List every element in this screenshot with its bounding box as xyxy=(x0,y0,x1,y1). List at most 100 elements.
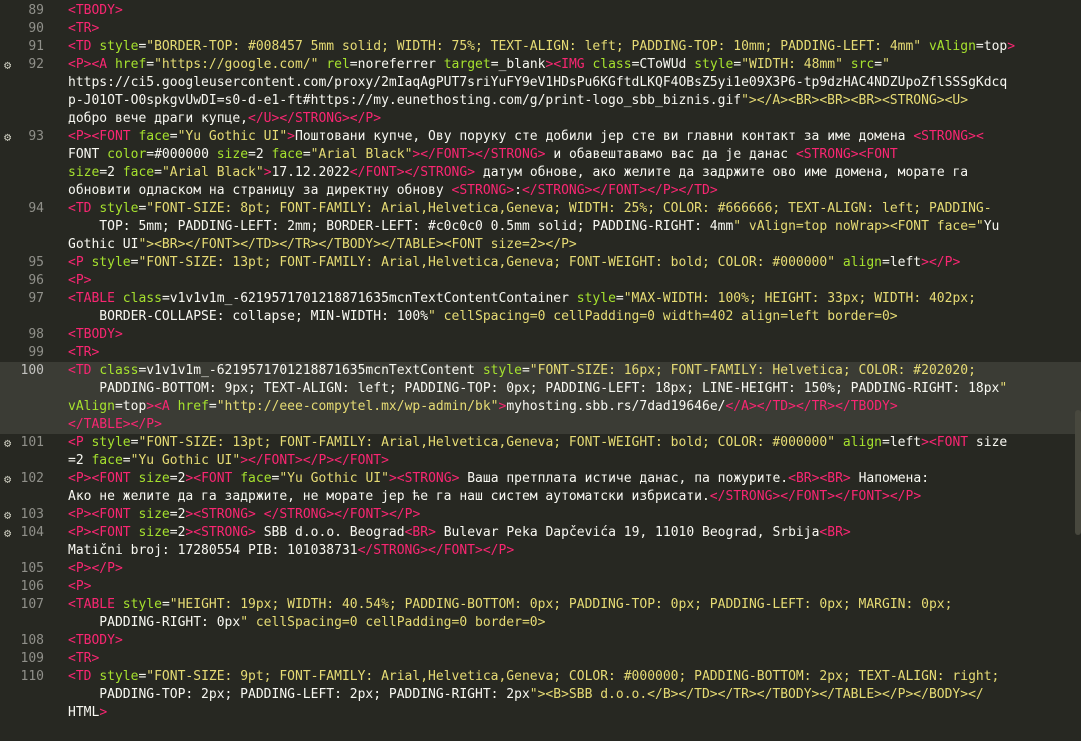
code-line[interactable]: size=2 face="Arial Black">17.12.2022</FO… xyxy=(0,164,1081,182)
code-text: <P><FONT size=2><STRONG> SBB d.o.o. Beog… xyxy=(68,525,851,540)
code-text: <P style="FONT-SIZE: 13pt; FONT-FAMILY: … xyxy=(68,255,961,270)
line-number: 106 xyxy=(20,579,44,594)
code-text: <P><FONT face="Yu Gothic UI">Поштовани к… xyxy=(68,129,984,144)
code-line[interactable]: p-J01OT-O0spkgvUwDI=s0-d-e1-ft#https://m… xyxy=(0,92,1081,110)
code-line[interactable]: 108 <TBODY> xyxy=(0,632,1081,650)
code-line[interactable]: =2 face="Yu Gothic UI"></FONT></P></FONT… xyxy=(0,452,1081,470)
gear-icon[interactable]: ⚙ xyxy=(4,526,18,540)
code-line[interactable]: Gothic UI"><BR></FONT></TD></TR></TBODY>… xyxy=(0,236,1081,254)
code-line[interactable]: 109 <TR> xyxy=(0,650,1081,668)
line-number: 91 xyxy=(28,39,44,54)
gear-icon[interactable]: ⚙ xyxy=(4,58,18,72)
line-number: 94 xyxy=(28,201,44,216)
line-number: 99 xyxy=(28,345,44,360)
code-text: <TBODY> xyxy=(68,633,123,648)
code-text: Gothic UI"><BR></FONT></TD></TR></TBODY>… xyxy=(68,237,577,252)
code-line[interactable]: vAlign=top><A href="http://eee-compytel.… xyxy=(0,398,1081,416)
line-number: 110 xyxy=(20,669,44,684)
code-text: <P><FONT size=2><STRONG> </STRONG></FONT… xyxy=(68,507,421,522)
line-number: 97 xyxy=(28,291,44,306)
code-text: <TR> xyxy=(68,21,100,36)
line-number: 96 xyxy=(28,273,44,288)
code-text: <TR> xyxy=(68,651,100,666)
code-line[interactable]: обновити одласком на страницу за директн… xyxy=(0,182,1081,200)
code-text: =2 face="Yu Gothic UI"></FONT></P></FONT… xyxy=(68,453,389,468)
code-text: vAlign=top><A href="http://eee-compytel.… xyxy=(68,399,898,414)
code-line[interactable]: HTML> xyxy=(0,704,1081,722)
code-text: <TD style="FONT-SIZE: 8pt; FONT-FAMILY: … xyxy=(68,201,992,216)
code-line[interactable]: добро вече драги купце,</U></STRONG></P> xyxy=(0,110,1081,128)
code-line[interactable]: 91 <TD style="BORDER-TOP: #008457 5mm sol… xyxy=(0,38,1081,56)
code-editor[interactable]: 89 <TBODY> 90 <TR> 91 <TD style="BORDER-TOP: … xyxy=(0,0,1081,741)
line-number: 89 xyxy=(28,3,44,18)
code-text: <TBODY> xyxy=(68,327,123,342)
code-line[interactable]: 99 <TR> xyxy=(0,344,1081,362)
code-text: PADDING-BOTTOM: 9px; TEXT-ALIGN: left; P… xyxy=(68,381,1008,396)
code-line[interactable]: 92 ⚙ <P><A href="https://google.com/" rel=… xyxy=(0,56,1081,74)
line-number: 105 xyxy=(20,561,44,576)
code-line[interactable]: BORDER-COLLAPSE: collapse; MIN-WIDTH: 10… xyxy=(0,308,1081,326)
line-number: 108 xyxy=(20,633,44,648)
code-line[interactable]: 107 <TABLE style="HEIGHT: 19px; WIDTH: 40… xyxy=(0,596,1081,614)
code-line[interactable]: 97 <TABLE class=v1v1v1m_-6219571701218871… xyxy=(0,290,1081,308)
code-line[interactable]: 98 <TBODY> xyxy=(0,326,1081,344)
line-number: 90 xyxy=(28,21,44,36)
code-text: PADDING-TOP: 2px; PADDING-LEFT: 2px; PAD… xyxy=(68,687,984,702)
code-line[interactable]: 94 <TD style="FONT-SIZE: 8pt; FONT-FAMILY… xyxy=(0,200,1081,218)
code-line[interactable]: Matični broj: 17280554 PIB: 101038731</S… xyxy=(0,542,1081,560)
code-text: <P> xyxy=(68,273,92,288)
code-text: <TABLE style="HEIGHT: 19px; WIDTH: 40.54… xyxy=(68,597,953,612)
code-line[interactable]: 105 <P></P> xyxy=(0,560,1081,578)
code-text: <TABLE class=v1v1v1m_-621957170121887163… xyxy=(68,291,976,306)
code-line[interactable]: 102 ⚙ <P><FONT size=2><FONT face="Yu Gothi… xyxy=(0,470,1081,488)
code-text: <TR> xyxy=(68,345,100,360)
code-line[interactable]: 93 ⚙ <P><FONT face="Yu Gothic UI">Поштован… xyxy=(0,128,1081,146)
code-text: <TD style="FONT-SIZE: 9pt; FONT-FAMILY: … xyxy=(68,669,1000,684)
code-text: size=2 face="Arial Black">17.12.2022</FO… xyxy=(68,165,969,180)
code-line[interactable]: 103 ⚙ <P><FONT size=2><STRONG> </STRONG></… xyxy=(0,506,1081,524)
code-line[interactable]: 110 <TD style="FONT-SIZE: 9pt; FONT-FAMIL… xyxy=(0,668,1081,686)
code-text: Matični broj: 17280554 PIB: 101038731</S… xyxy=(68,543,515,558)
code-text: p-J01OT-O0spkgvUwDI=s0-d-e1-ft#https://m… xyxy=(68,93,969,108)
code-text: добро вече драги купце,</U></STRONG></P> xyxy=(68,111,382,126)
code-line[interactable]: 90 <TR> xyxy=(0,20,1081,38)
code-text: https://ci5.googleusercontent.com/proxy/… xyxy=(68,75,1008,90)
code-line[interactable]: FONT color=#000000 size=2 face="Arial Bl… xyxy=(0,146,1081,164)
line-number: 109 xyxy=(20,651,44,666)
scrollbar-thumb[interactable] xyxy=(1075,410,1081,535)
code-line[interactable]: PADDING-TOP: 2px; PADDING-LEFT: 2px; PAD… xyxy=(0,686,1081,704)
code-text: PADDING-RIGHT: 0px" cellSpacing=0 cellPa… xyxy=(68,615,546,630)
line-number: 107 xyxy=(20,597,44,612)
code-line[interactable]: PADDING-BOTTOM: 9px; TEXT-ALIGN: left; P… xyxy=(0,380,1081,398)
gear-icon[interactable]: ⚙ xyxy=(4,130,18,144)
code-line[interactable]: 100 <TD class=v1v1v1m_-621957170121887163… xyxy=(0,362,1081,380)
line-number: 98 xyxy=(28,327,44,342)
code-line[interactable]: TOP: 5mm; PADDING-LEFT: 2mm; BORDER-LEFT… xyxy=(0,218,1081,236)
code-line[interactable]: Ако не желите да га задржите, не морате … xyxy=(0,488,1081,506)
code-line[interactable]: 106 <P> xyxy=(0,578,1081,596)
code-text: <TD class=v1v1v1m_-6219571701218871635mc… xyxy=(68,363,976,378)
code-text: <TBODY> xyxy=(68,3,123,18)
gear-icon[interactable]: ⚙ xyxy=(4,436,18,450)
code-line[interactable]: </TABLE></P> xyxy=(0,416,1081,434)
code-text: обновити одласком на страницу за директн… xyxy=(68,183,718,198)
code-text: </TABLE></P> xyxy=(68,417,162,432)
code-line[interactable]: https://ci5.googleusercontent.com/proxy/… xyxy=(0,74,1081,92)
code-text: Ако не желите да га задржите, не морате … xyxy=(68,489,922,504)
gear-icon[interactable]: ⚙ xyxy=(4,508,18,522)
code-text: <P><A href="https://google.com/" rel=nor… xyxy=(68,57,890,72)
code-text: <TD style="BORDER-TOP: #008457 5mm solid… xyxy=(68,39,1016,54)
gear-icon[interactable]: ⚙ xyxy=(4,472,18,486)
code-line[interactable]: 96 <P> xyxy=(0,272,1081,290)
code-text: <P><FONT size=2><FONT face="Yu Gothic UI… xyxy=(68,471,930,486)
code-line[interactable]: 104 ⚙ <P><FONT size=2><STRONG> SBB d.o.o. … xyxy=(0,524,1081,542)
line-number: 95 xyxy=(28,255,44,270)
code-line[interactable]: 89 <TBODY> xyxy=(0,2,1081,20)
code-line[interactable]: 101 ⚙ <P style="FONT-SIZE: 13pt; FONT-FAMI… xyxy=(0,434,1081,452)
code-text: <P></P> xyxy=(68,561,123,576)
code-text: <P style="FONT-SIZE: 13pt; FONT-FAMILY: … xyxy=(68,435,1008,450)
code-line[interactable]: PADDING-RIGHT: 0px" cellSpacing=0 cellPa… xyxy=(0,614,1081,632)
code-line[interactable]: 95 <P style="FONT-SIZE: 13pt; FONT-FAMILY… xyxy=(0,254,1081,272)
code-text: BORDER-COLLAPSE: collapse; MIN-WIDTH: 10… xyxy=(68,309,898,324)
code-text: FONT color=#000000 size=2 face="Arial Bl… xyxy=(68,147,898,162)
